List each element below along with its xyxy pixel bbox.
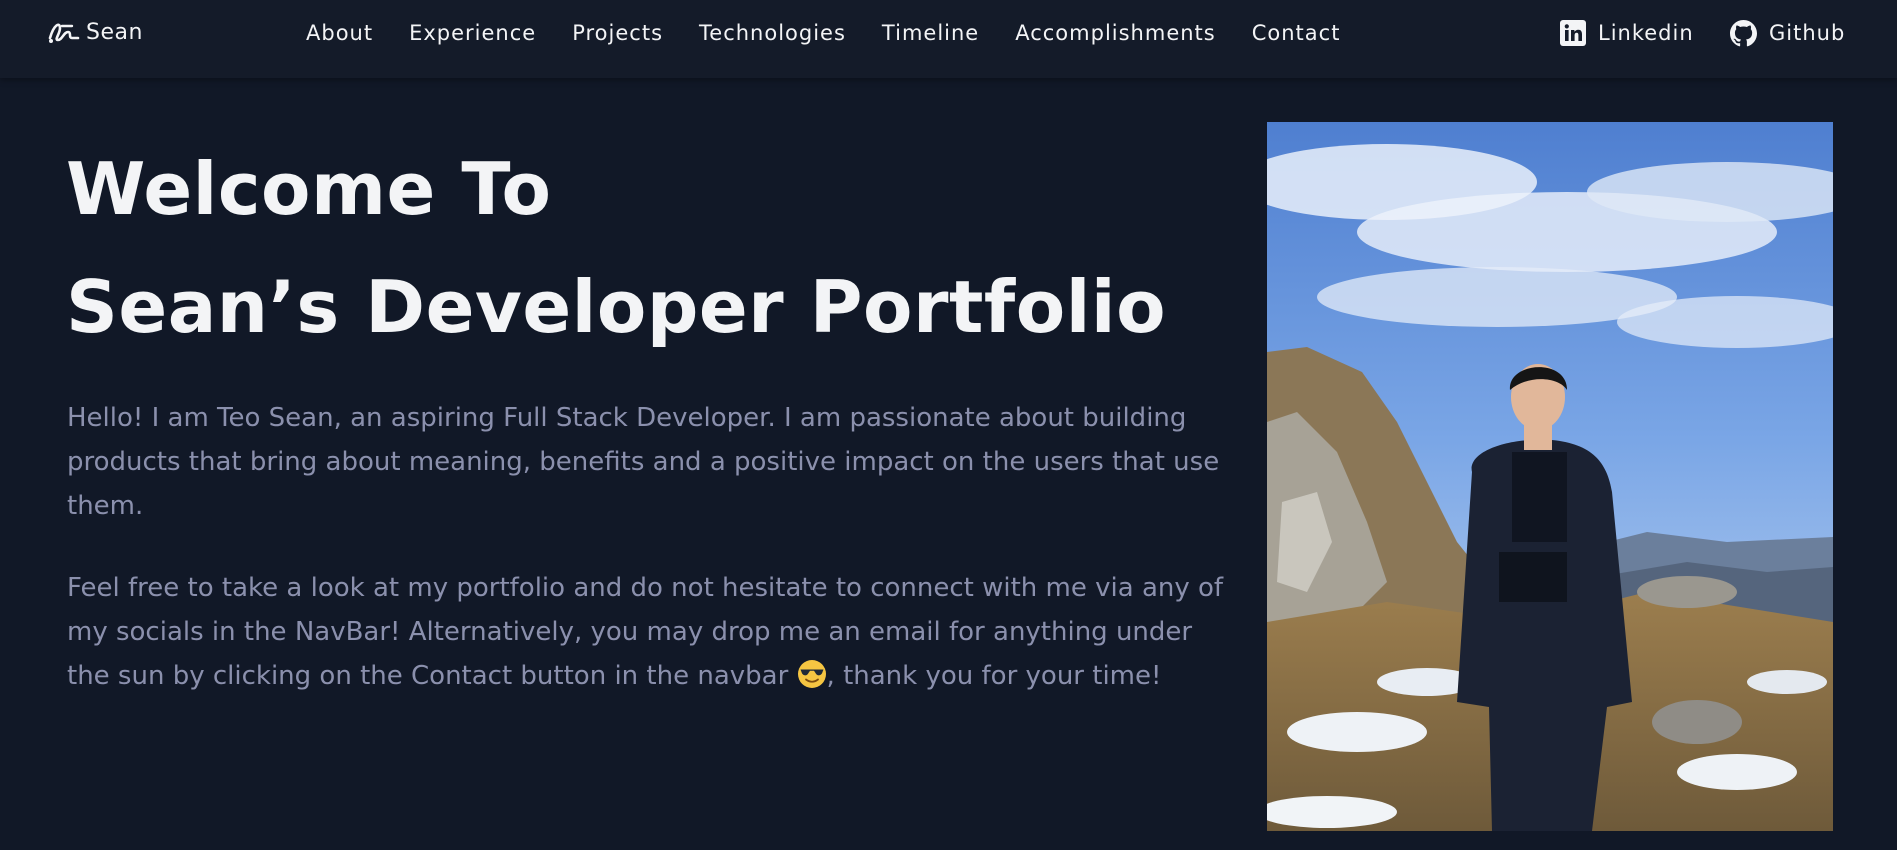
linkedin-label: Linkedin — [1598, 21, 1694, 45]
profile-photo — [1267, 122, 1833, 831]
hero-title-line2: Sean’s Developer Portfolio — [66, 265, 1167, 349]
linkedin-link[interactable]: Linkedin — [1560, 0, 1694, 66]
contact-paragraph-end: , thank you for your time! — [826, 661, 1162, 691]
nav-link-timeline[interactable]: Timeline — [882, 21, 979, 45]
hero-title-line1: Welcome To — [66, 147, 552, 231]
nav-link-accomplishments[interactable]: Accomplishments — [1015, 21, 1216, 45]
contact-paragraph: Feel free to take a look at my portfolio… — [67, 566, 1237, 698]
smiling-face-with-sunglasses-icon — [797, 660, 826, 688]
brand-logo-icon — [48, 23, 80, 43]
profile-photo-image — [1267, 122, 1833, 831]
nav-links: About Experience Projects Technologies T… — [290, 0, 1376, 66]
brand-link[interactable]: Sean — [46, 18, 143, 46]
nav-link-technologies[interactable]: Technologies — [699, 21, 846, 45]
intro-paragraph: Hello! I am Teo Sean, an aspiring Full S… — [67, 403, 1220, 521]
github-link[interactable]: Github — [1730, 0, 1845, 66]
nav-link-about[interactable]: About — [306, 21, 373, 45]
hero-title: Welcome To Sean’s Developer Portfolio — [66, 130, 1166, 366]
github-icon — [1730, 19, 1757, 46]
nav-link-contact[interactable]: Contact — [1252, 21, 1341, 45]
nav-link-experience[interactable]: Experience — [409, 21, 536, 45]
github-label: Github — [1769, 21, 1846, 45]
navbar: Sean About Experience Projects Technolog… — [0, 0, 1897, 78]
brand-name: Sean — [86, 19, 143, 45]
linkedin-icon — [1560, 20, 1586, 46]
nav-link-projects[interactable]: Projects — [572, 21, 663, 45]
